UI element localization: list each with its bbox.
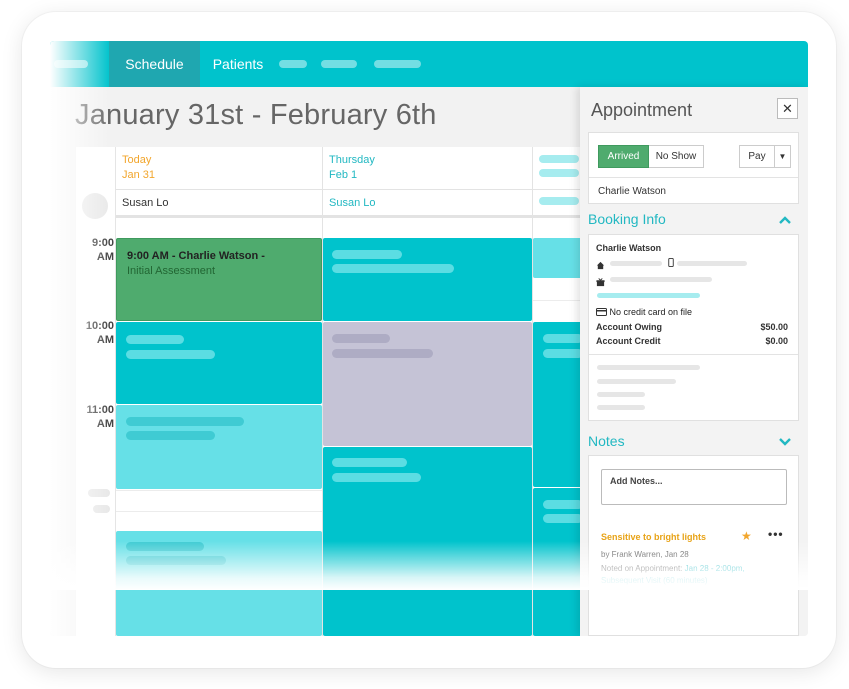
notes-box: Add Notes... Sensitive to bright lights … — [588, 455, 799, 636]
appointment-block[interactable] — [323, 447, 532, 636]
placeholder-line — [610, 261, 662, 266]
time-label: 11:00 AM — [86, 404, 114, 430]
hour-line — [116, 511, 322, 512]
chevron-down-icon[interactable]: ▼ — [774, 145, 791, 168]
placeholder-line — [677, 261, 747, 266]
nav-placeholder[interactable] — [321, 60, 357, 68]
phone-icon — [668, 258, 674, 267]
more-options-icon[interactable]: ••• — [768, 527, 784, 541]
account-owing-row: Account Owing $50.00 — [596, 322, 788, 332]
nav-placeholder[interactable] — [279, 60, 307, 68]
status-box: Arrived No Show Pay ▼ Charlie Watson — [588, 132, 799, 204]
patient-name[interactable]: Charlie Watson — [598, 186, 666, 197]
time-placeholder — [88, 489, 110, 497]
placeholder-line — [597, 365, 700, 370]
booking-info-box: Charlie Watson No credit card on file Ac… — [588, 234, 799, 421]
day-header[interactable]: Today Jan 31 — [116, 147, 322, 190]
note-title: Sensitive to bright lights — [601, 532, 707, 542]
time-gutter: 9:00 AM 10:00 AM 11:00 AM — [76, 147, 116, 636]
arrived-button[interactable]: Arrived — [598, 145, 649, 168]
account-credit-row: Account Credit $0.00 — [596, 336, 788, 346]
calendar-grid: 9:00 AM 10:00 AM 11:00 AM Today Jan 31 S… — [76, 147, 636, 636]
star-icon[interactable]: ★ — [741, 529, 752, 543]
divider — [589, 354, 798, 355]
provider-name: Susan Lo — [329, 197, 376, 209]
appointment-title: 9:00 AM - Charlie Watson - — [127, 250, 265, 262]
day-header[interactable]: Thursday Feb 1 — [323, 147, 532, 190]
pay-button[interactable]: Pay — [739, 145, 775, 168]
provider-header: Susan Lo — [323, 190, 532, 218]
provider-name: Susan Lo — [122, 197, 169, 209]
note-appointment: Noted on Appointment: Jan 28 - 2:00pm, S… — [601, 564, 745, 585]
panel-title: Appointment — [591, 100, 693, 120]
tab-schedule[interactable]: Schedule — [109, 41, 200, 87]
day-label: Thursday Feb 1 — [329, 154, 375, 181]
time-placeholder — [93, 505, 110, 513]
appointment-block[interactable] — [323, 322, 532, 446]
close-button[interactable]: ✕ — [777, 98, 798, 119]
placeholder-line — [597, 392, 645, 397]
fade-overlay — [50, 41, 110, 87]
chevron-up-icon[interactable] — [778, 213, 792, 227]
appointment-block[interactable] — [323, 238, 532, 321]
day-label: Today Jan 31 — [122, 154, 156, 181]
app-window: Schedule Patients January 31st - Februar… — [50, 41, 808, 636]
appointment-block[interactable] — [116, 405, 322, 489]
day-column-thursday: Thursday Feb 1 Susan Lo — [323, 147, 533, 636]
nav-placeholder[interactable] — [374, 60, 421, 68]
credit-card-status: No credit card on file — [596, 307, 692, 317]
time-label: 10:00 AM — [85, 320, 114, 346]
no-show-button[interactable]: No Show — [649, 145, 704, 168]
notes-heading[interactable]: Notes — [588, 433, 625, 449]
divider — [589, 177, 798, 178]
hour-line — [116, 490, 322, 491]
placeholder-line — [597, 379, 676, 384]
add-notes-input[interactable]: Add Notes... — [601, 469, 787, 505]
tab-patients[interactable]: Patients — [200, 41, 276, 87]
home-icon — [596, 261, 605, 270]
note-author: by Frank Warren, Jan 28 — [601, 550, 689, 559]
day-column-today: Today Jan 31 Susan Lo 9:00 AM - Charlie W… — [116, 147, 323, 636]
appointment-type: Initial Assessment — [127, 265, 216, 277]
top-nav: Schedule Patients — [50, 41, 808, 87]
provider-header: Susan Lo — [116, 190, 322, 218]
avatar — [82, 193, 108, 219]
placeholder-line — [610, 277, 712, 282]
appointment-block[interactable] — [116, 531, 322, 636]
credit-card-icon — [596, 308, 607, 316]
placeholder-link[interactable] — [597, 293, 700, 298]
booking-patient-name[interactable]: Charlie Watson — [596, 243, 661, 253]
gift-icon — [596, 278, 605, 287]
appointment-block[interactable] — [116, 322, 322, 404]
time-label: 9:00 AM — [91, 237, 114, 263]
booking-info-heading[interactable]: Booking Info — [588, 211, 666, 227]
appointment-panel: Appointment ✕ Arrived No Show Pay ▼ Char… — [580, 87, 808, 636]
week-title: January 31st - February 6th — [75, 99, 437, 131]
chevron-down-icon[interactable] — [778, 435, 792, 449]
placeholder-line — [597, 405, 645, 410]
appointment-charlie-watson[interactable]: 9:00 AM - Charlie Watson - Initial Asses… — [116, 238, 322, 321]
